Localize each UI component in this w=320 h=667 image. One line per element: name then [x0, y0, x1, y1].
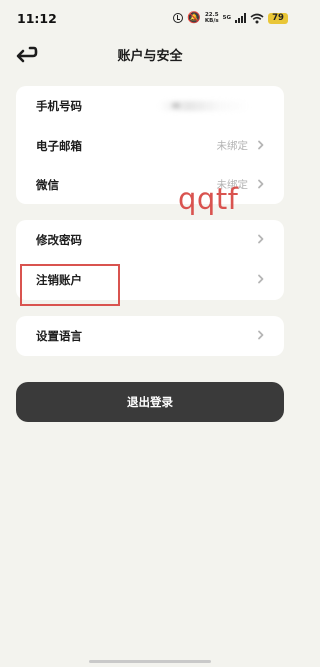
wechat-label: 微信 [36, 178, 59, 192]
language-label: 设置语言 [36, 329, 82, 343]
phone-value-obscured [158, 101, 250, 111]
phone-label: 手机号码 [36, 99, 82, 113]
chevron-right-icon [258, 330, 264, 340]
signal-bars-icon [235, 13, 246, 23]
row-change-password[interactable]: 修改密码 [16, 220, 284, 260]
language-card: 设置语言 [16, 316, 284, 356]
email-label: 电子邮箱 [36, 139, 82, 153]
change-password-label: 修改密码 [36, 233, 82, 247]
home-indicator[interactable] [89, 660, 211, 663]
status-bar: 11:12 🔕 22.5 KB/s 5G 79 [0, 0, 300, 34]
row-language[interactable]: 设置语言 [16, 316, 284, 356]
net-speed-unit: KB/s [204, 18, 219, 24]
network-type: 5G [222, 15, 231, 21]
logout-button[interactable]: 退出登录 [16, 382, 284, 422]
wifi-icon [250, 13, 264, 23]
status-time: 11:12 [17, 11, 57, 26]
chevron-right-icon [258, 179, 264, 189]
chevron-right-icon [258, 234, 264, 244]
delete-account-label: 注销账户 [36, 273, 82, 287]
row-delete-account[interactable]: 注销账户 [16, 260, 284, 300]
net-speed: 22.5 KB/s [205, 12, 219, 24]
mute-bell-icon: 🔕 [187, 11, 201, 24]
nav-bar: 账户与安全 [0, 36, 300, 72]
row-phone[interactable]: 手机号码 [16, 86, 284, 126]
page-title: 账户与安全 [117, 49, 183, 64]
row-email[interactable]: 电子邮箱 未绑定 [16, 126, 284, 165]
security-card: 修改密码 注销账户 [16, 220, 284, 300]
account-binding-card: 手机号码 电子邮箱 未绑定 微信 未绑定 [16, 86, 284, 204]
alarm-icon [173, 13, 184, 23]
chevron-right-icon [258, 274, 264, 284]
chevron-right-icon [258, 140, 264, 150]
signal-group: 5G [223, 15, 231, 21]
status-icons: 🔕 22.5 KB/s 5G 79 [173, 11, 288, 25]
row-wechat[interactable]: 微信 未绑定 [16, 165, 284, 204]
battery-icon: 79 [268, 12, 288, 24]
annotation-text: qqtf [178, 182, 239, 216]
email-value: 未绑定 [216, 140, 249, 152]
